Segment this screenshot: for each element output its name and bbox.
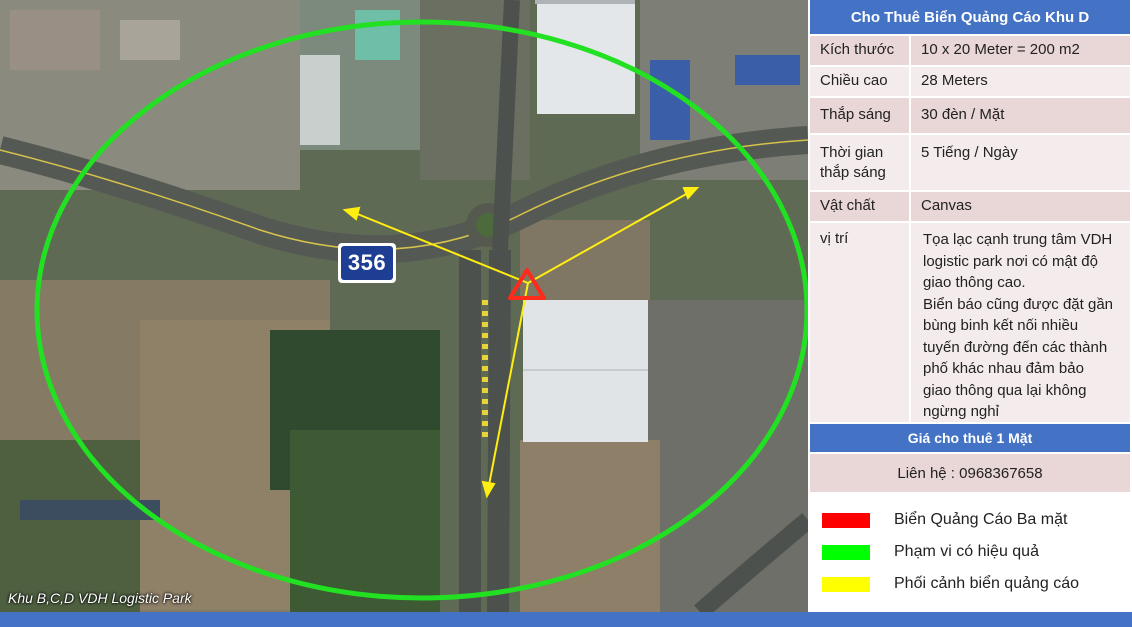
spec-row-size: Kích thước 10 x 20 Meter = 200 m2 [810,36,1130,65]
arrow-head-west [342,206,361,221]
legend-item-billboard: Biển Quảng Cáo Ba mặt [822,508,1122,532]
price-header: Giá cho thuê 1 Mặt [810,424,1130,452]
arrow-head-east [682,187,700,200]
spec-value: 5 Tiếng / Ngày [921,144,1018,161]
coverage-overlay [34,19,808,601]
location-line: phố khác nhau đảm bảo [923,360,1084,377]
spec-value: 28 Meters [921,72,988,89]
location-line: Biển báo cũng được đặt gần [923,295,1114,313]
legend-swatch-yellow [822,576,870,592]
spec-label: vị trí [810,223,911,422]
spec-value: 10 x 20 Meter = 200 m2 [921,41,1080,58]
spec-row-lighting: Thắp sáng 30 đèn / Mặt [810,98,1130,133]
spec-row-location: vị trí Tọa lạc cạnh trung tâm VDH logist… [810,223,1130,422]
location-line: bùng binh kết nối nhiều [923,317,1079,334]
panel-title: Cho Thuê Biển Quảng Cáo Khu D [810,0,1130,34]
location-line: giao thông cao. [923,274,1026,291]
view-arrow-south [488,282,529,486]
location-line: giao thông qua lại không [923,381,1087,399]
location-line: tuyến đường đến các thành [923,338,1108,356]
spec-row-height: Chiều cao 28 Meters [810,67,1130,96]
legend-swatch-green [822,544,870,560]
legend-item-coverage: Phạm vi có hiệu quả [822,540,1122,564]
spec-row-material: Vật chất Canvas [810,192,1130,221]
location-line: logistic park nơi có mật độ [923,252,1098,270]
info-panel: Cho Thuê Biển Quảng Cáo Khu D Kích thước… [808,0,1132,612]
spec-value-location: Tọa lạc cạnh trung tâm VDH logistic park… [911,223,1130,422]
spec-label: Chiều cao [810,67,911,96]
legend-swatch-red [822,512,870,528]
route-number: 356 [341,246,393,280]
bottom-bar [0,612,1132,627]
legend-label: Phối cảnh biển quảng cáo [894,575,1080,592]
legend-item-perspective: Phối cảnh biển quảng cáo [822,572,1122,596]
legend-label: Phạm vi có hiệu quả [894,543,1039,560]
view-arrow-east [527,192,689,284]
coverage-ellipse [34,19,808,601]
spec-label: Kích thước [810,36,911,65]
map-caption: Khu B,C,D VDH Logistic Park [8,590,192,606]
contact-phone: Liên hệ : 0968367658 [810,454,1130,492]
spec-value: 30 đèn / Mặt [921,106,1005,123]
route-356-shield: 356 [338,243,396,283]
view-arrows [342,187,700,499]
spec-label: Thời gian thắp sáng [810,135,911,190]
location-line: ngừng nghỉ [923,403,999,420]
aerial-map: 356 Khu B,C,D VDH Logistic Park [0,0,808,612]
location-line: Tọa lạc cạnh trung tâm VDH [923,231,1113,248]
spec-value: Canvas [921,197,972,214]
spec-label: Thắp sáng [810,98,911,133]
spec-row-lighting-time: Thời gian thắp sáng 5 Tiếng / Ngày [810,135,1130,190]
spec-label: Vật chất [810,192,911,221]
legend-label: Biển Quảng Cáo Ba mặt [894,511,1068,528]
arrow-head-south [481,480,496,499]
